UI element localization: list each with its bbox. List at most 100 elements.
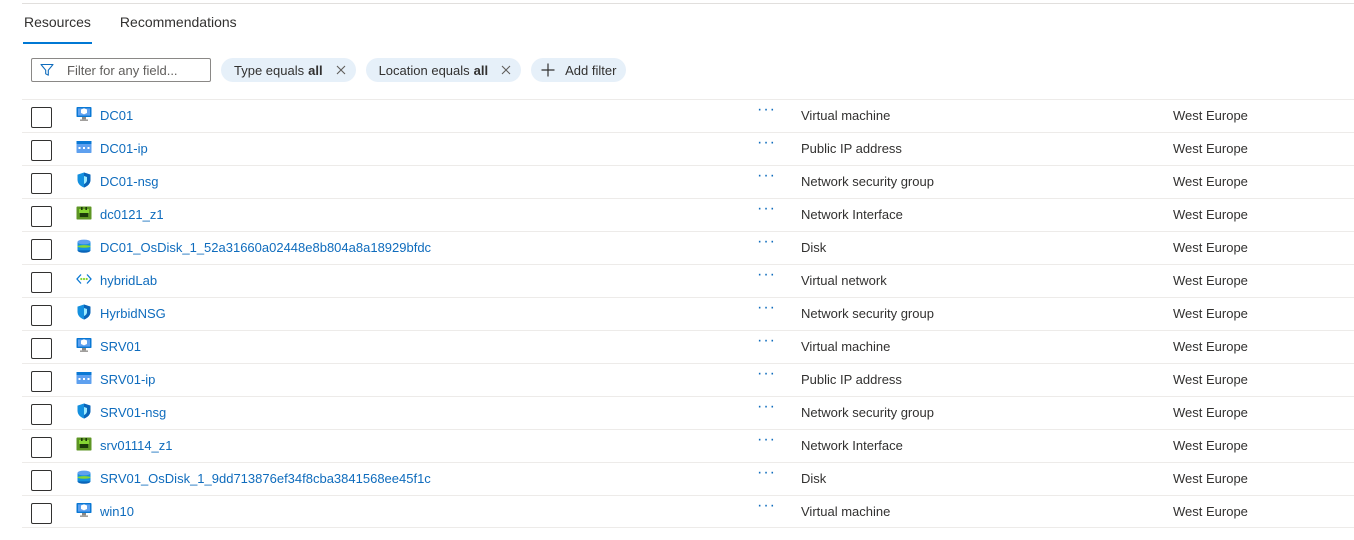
resource-location: West Europe (1173, 339, 1248, 354)
tab-resources[interactable]: Resources (23, 14, 92, 44)
resource-type: Public IP address (801, 372, 902, 387)
resource-type: Public IP address (801, 141, 902, 156)
resource-type: Network security group (801, 174, 934, 189)
table-row: DC01-nsg ··· Network security group West Eu… (22, 165, 1354, 198)
row-checkbox[interactable] (31, 503, 52, 524)
close-icon[interactable] (336, 65, 346, 75)
resource-location: West Europe (1173, 504, 1248, 519)
disk-icon (76, 469, 92, 485)
resource-location: West Europe (1173, 438, 1248, 453)
more-actions-button[interactable]: ··· (757, 234, 775, 255)
resource-type: Network security group (801, 405, 934, 420)
filter-input[interactable] (67, 62, 207, 78)
row-checkbox[interactable] (31, 173, 52, 194)
resource-name-link[interactable]: win10 (100, 504, 134, 519)
resource-location: West Europe (1173, 108, 1248, 123)
table-row: dc0121_z1 ··· Network Interface West Europe (22, 198, 1354, 231)
table-row: hybridLab ··· Virtual network West Europe (22, 264, 1354, 297)
network-interface-icon (76, 205, 92, 221)
resource-location: West Europe (1173, 306, 1248, 321)
resource-type: Virtual machine (801, 504, 891, 519)
location-filter-pill[interactable]: Location equals all (365, 58, 522, 82)
more-actions-button[interactable]: ··· (757, 366, 775, 387)
row-checkbox[interactable] (31, 206, 52, 227)
row-checkbox[interactable] (31, 437, 52, 458)
resource-location: West Europe (1173, 372, 1248, 387)
resource-name-link[interactable]: SRV01 (100, 339, 141, 354)
resource-type: Disk (801, 240, 827, 255)
resource-type: Virtual machine (801, 108, 891, 123)
more-actions-button[interactable]: ··· (757, 465, 775, 486)
resource-type: Network security group (801, 306, 934, 321)
row-checkbox[interactable] (31, 239, 52, 260)
row-checkbox[interactable] (31, 140, 52, 161)
table-row: SRV01 ··· Virtual machine West Europe (22, 330, 1354, 363)
table-row: win10 ··· Virtual machine West Europe (22, 495, 1354, 528)
resource-location: West Europe (1173, 471, 1248, 486)
more-actions-button[interactable]: ··· (757, 168, 775, 189)
table-row: SRV01_OsDisk_1_9dd713876ef34f8cba3841568… (22, 462, 1354, 495)
close-icon[interactable] (501, 65, 511, 75)
virtual-network-icon (76, 271, 92, 287)
resource-name-link[interactable]: DC01_OsDisk_1_52a31660a02448e8b804a8a189… (100, 240, 431, 255)
filter-icon (40, 63, 54, 76)
row-checkbox[interactable] (31, 107, 52, 128)
row-checkbox[interactable] (31, 404, 52, 425)
resource-location: West Europe (1173, 405, 1248, 420)
add-filter-button[interactable]: Add filter (531, 58, 627, 82)
resource-name-link[interactable]: hybridLab (100, 273, 157, 288)
more-actions-button[interactable]: ··· (757, 300, 775, 321)
resource-name-link[interactable]: HyrbidNSG (100, 306, 166, 321)
virtual-machine-icon (76, 106, 92, 122)
type-filter-pill[interactable]: Type equals all (221, 58, 356, 82)
more-actions-button[interactable]: ··· (757, 201, 775, 222)
network-security-group-icon (76, 304, 92, 320)
filter-box (31, 58, 211, 82)
more-actions-button[interactable]: ··· (757, 399, 775, 420)
row-checkbox[interactable] (31, 371, 52, 392)
resource-type: Virtual machine (801, 339, 891, 354)
resource-type: Virtual network (801, 273, 887, 288)
resource-name-link[interactable]: SRV01-nsg (100, 405, 166, 420)
location-filter-value: all (473, 62, 489, 78)
resource-name-link[interactable]: DC01-nsg (100, 174, 159, 189)
type-filter-prefix: Type equals (234, 62, 305, 78)
more-actions-button[interactable]: ··· (757, 498, 775, 519)
row-checkbox[interactable] (31, 338, 52, 359)
row-checkbox[interactable] (31, 470, 52, 491)
resource-name-link[interactable]: DC01-ip (100, 141, 148, 156)
table-row: SRV01-nsg ··· Network security group West E… (22, 396, 1354, 429)
table-row: SRV01-ip ··· Public IP address West Europe (22, 363, 1354, 396)
more-actions-button[interactable]: ··· (757, 432, 775, 453)
row-checkbox[interactable] (31, 305, 52, 326)
table-row: DC01-ip ··· Public IP address West Europe (22, 132, 1354, 165)
virtual-machine-icon (76, 337, 92, 353)
resource-name-link[interactable]: SRV01-ip (100, 372, 155, 387)
public-ip-icon (76, 370, 92, 386)
resource-location: West Europe (1173, 273, 1248, 288)
resource-location: West Europe (1173, 240, 1248, 255)
resource-location: West Europe (1173, 174, 1248, 189)
disk-icon (76, 238, 92, 254)
table-row: DC01_OsDisk_1_52a31660a02448e8b804a8a189… (22, 231, 1354, 264)
resource-name-link[interactable]: SRV01_OsDisk_1_9dd713876ef34f8cba3841568… (100, 471, 431, 486)
more-actions-button[interactable]: ··· (757, 333, 775, 354)
network-security-group-icon (76, 403, 92, 419)
table-row: srv01114_z1 ··· Network Interface West Euro… (22, 429, 1354, 462)
more-actions-button[interactable]: ··· (757, 267, 775, 288)
resource-type: Network Interface (801, 438, 903, 453)
resource-type: Disk (801, 471, 827, 486)
more-actions-button[interactable]: ··· (757, 135, 775, 156)
row-checkbox[interactable] (31, 272, 52, 293)
tab-bar: Resources Recommendations (23, 14, 237, 44)
resource-name-link[interactable]: dc0121_z1 (100, 207, 164, 222)
resource-name-link[interactable]: srv01114_z1 (100, 438, 173, 453)
plus-icon (541, 63, 555, 77)
resource-table: DC01 ··· Virtual machine West Europe DC01-ip… (22, 99, 1354, 528)
public-ip-icon (76, 139, 92, 155)
type-filter-value: all (308, 62, 323, 78)
filter-bar: Type equals all Location equals all Add … (31, 58, 627, 82)
more-actions-button[interactable]: ··· (757, 102, 775, 123)
resource-name-link[interactable]: DC01 (100, 108, 133, 123)
tab-recommendations[interactable]: Recommendations (120, 14, 237, 42)
